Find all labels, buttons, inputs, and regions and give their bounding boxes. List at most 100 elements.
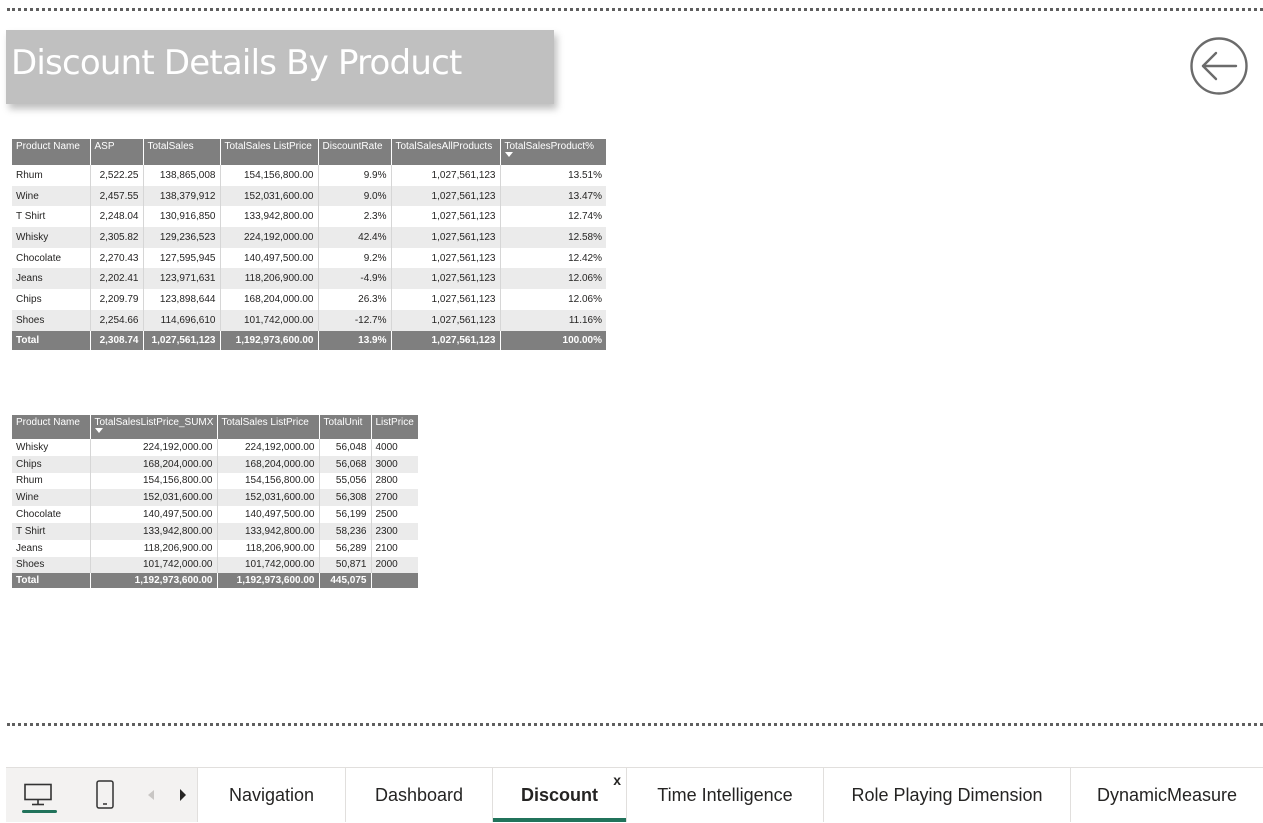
mobile-phone-icon (96, 780, 114, 809)
column-header[interactable]: ListPrice (371, 415, 418, 439)
close-tab-button[interactable]: x (613, 772, 621, 788)
table-cell: 130,916,850 (143, 206, 221, 228)
table-cell: 56,289 (319, 539, 372, 557)
column-header[interactable]: Product Name (12, 415, 91, 439)
table-cell: 1,027,561,123 (391, 185, 501, 207)
table-cell: 56,199 (319, 506, 372, 523)
table-cell: 4000 (375, 441, 398, 453)
table-cell: 2,202.41 (90, 268, 144, 290)
table-cell: 2.3% (318, 206, 392, 228)
column-header[interactable]: Product Name (12, 139, 91, 165)
table-row[interactable]: Whisky 224,192,000.00 224,192,000.00 56,048… (12, 439, 418, 456)
table-cell: 1,027,561,123 (391, 268, 501, 290)
table-cell: 123,898,644 (143, 289, 221, 310)
column-header[interactable]: TotalUnit (319, 415, 372, 439)
table-cell: 2700 (371, 489, 418, 507)
table-cell: 11.16% (500, 309, 606, 331)
table-row[interactable]: Rhum 154,156,800.00 154,156,800.00 55,056 28… (12, 472, 418, 490)
table-row[interactable]: Wine 152,031,600.00 152,031,600.00 56,308 27… (12, 489, 418, 507)
table-cell: 168,204,000.00 (220, 289, 319, 310)
table-cell: 152,031,600.00 (217, 489, 320, 507)
column-header[interactable]: TotalSalesAllProducts (391, 139, 501, 165)
chevron-right-icon (180, 789, 186, 801)
table-cell: 12.74% (568, 211, 602, 223)
table-row[interactable]: Chocolate 2,270.43 127,595,945 140,497,500.… (12, 247, 606, 269)
table-cell: Whisky (12, 439, 91, 456)
table-cell: Chocolate (12, 506, 91, 523)
column-header[interactable]: ASP (90, 139, 144, 165)
table-cell: 2,305.82 (90, 227, 144, 248)
table-header-row: Product Name TotalSalesListPrice_SUMX Tota… (12, 415, 418, 439)
table-cell: 1,027,561,123 (391, 247, 501, 269)
table-cell: 2500 (375, 509, 398, 521)
column-header[interactable]: TotalSalesProduct% (500, 139, 606, 165)
table-cell: 154,156,800.00 (90, 472, 218, 490)
tab-label: Role Playing Dimension (851, 784, 1043, 805)
table-row[interactable]: Jeans 2,202.41 123,971,631 118,206,900.00 -4… (12, 268, 606, 290)
table-cell: Chips (12, 289, 91, 310)
previous-page-button[interactable] (144, 786, 158, 804)
tab-dashboard[interactable]: Dashboard (345, 768, 492, 822)
table-header-row: Product Name ASP TotalSales TotalSales List… (12, 139, 606, 165)
table-cell: 152,031,600.00 (90, 489, 218, 507)
table-row[interactable]: Wine 2,457.55 138,379,912 152,031,600.00 9.0… (12, 185, 606, 207)
next-page-button[interactable] (176, 786, 190, 804)
table-cell: Whisky (12, 227, 91, 248)
table-cell: T Shirt (12, 206, 91, 228)
table-row[interactable]: Whisky 2,305.82 129,236,523 224,192,000.00 4… (12, 227, 606, 248)
total-cell: 1,192,973,600.00 (220, 330, 319, 350)
tab-dynamic-measure[interactable]: DynamicMeasure (1070, 768, 1263, 822)
list-price-table: Product Name TotalSalesListPrice_SUMX Tota… (12, 415, 418, 589)
table-cell: 12.06% (500, 268, 606, 290)
column-header-label: TotalSalesListPrice_SUMX (94, 417, 214, 428)
table-row[interactable]: Chips 2,209.79 123,898,644 168,204,000.00 26… (12, 289, 606, 310)
table-row[interactable]: Shoes 101,742,000.00 101,742,000.00 50,871 2… (12, 556, 418, 574)
total-cell: Total (12, 330, 91, 350)
column-header-label: TotalSales (147, 141, 194, 152)
table-cell: 13.47% (500, 185, 606, 207)
table-row[interactable]: T Shirt 2,248.04 130,916,850 133,942,800.00… (12, 206, 606, 228)
tab-label: Dashboard (374, 784, 464, 805)
table-cell: 2,457.55 (90, 185, 144, 207)
sort-descending-icon (504, 152, 513, 157)
arrow-left-circle-icon (1190, 37, 1248, 95)
column-header[interactable]: TotalSales ListPrice (220, 139, 319, 165)
tab-time-intelligence[interactable]: Time Intelligence (626, 768, 823, 822)
tab-navigation[interactable]: Navigation (197, 768, 345, 822)
table-row[interactable]: Jeans 118,206,900.00 118,206,900.00 56,289 2… (12, 539, 418, 557)
active-tab-indicator (493, 818, 626, 822)
back-button[interactable] (1189, 36, 1249, 96)
table-cell: 224,192,000.00 (217, 439, 320, 456)
table-cell: Rhum (12, 165, 91, 186)
table-cell: 56,068 (319, 455, 372, 473)
table-cell: 123,971,631 (143, 268, 221, 290)
column-header-label: TotalUnit (323, 417, 363, 428)
column-header[interactable]: TotalSales (143, 139, 221, 165)
column-header[interactable]: TotalSales ListPrice (217, 415, 320, 439)
table-cell: Shoes (12, 309, 91, 331)
mobile-view-button[interactable] (90, 768, 120, 822)
table-cell: 2000 (371, 556, 418, 574)
tab-discount[interactable]: Discount x (492, 768, 626, 822)
table-row[interactable]: Shoes 2,254.66 114,696,610 101,742,000.00 -1… (12, 309, 606, 331)
table-cell: 101,742,000.00 (217, 556, 320, 574)
tab-role-playing-dimension[interactable]: Role Playing Dimension (823, 768, 1070, 822)
desktop-view-button[interactable] (16, 768, 60, 822)
column-header-label: ListPrice (375, 417, 414, 428)
tab-label: Time Intelligence (657, 784, 793, 805)
table-row[interactable]: Rhum 2,522.25 138,865,008 154,156,800.00 9.9… (12, 165, 606, 186)
table-cell: 58,236 (319, 522, 372, 540)
table-cell: Wine (12, 185, 91, 207)
table-row[interactable]: Chocolate 140,497,500.00 140,497,500.00 56,… (12, 506, 418, 523)
column-header[interactable]: TotalSalesListPrice_SUMX (90, 415, 218, 439)
table-cell: 9.0% (318, 185, 392, 207)
table-cell: 133,942,800.00 (217, 522, 320, 540)
total-cell: Total (12, 573, 91, 589)
table-row[interactable]: T Shirt 133,942,800.00 133,942,800.00 58,23… (12, 522, 418, 540)
table-cell: 101,742,000.00 (90, 556, 218, 574)
total-cell: 100.00% (500, 330, 606, 350)
table-row[interactable]: Chips 168,204,000.00 168,204,000.00 56,068 3… (12, 455, 418, 473)
table-cell: 2800 (375, 475, 398, 487)
active-view-indicator (22, 810, 57, 813)
column-header[interactable]: DiscountRate (318, 139, 392, 165)
